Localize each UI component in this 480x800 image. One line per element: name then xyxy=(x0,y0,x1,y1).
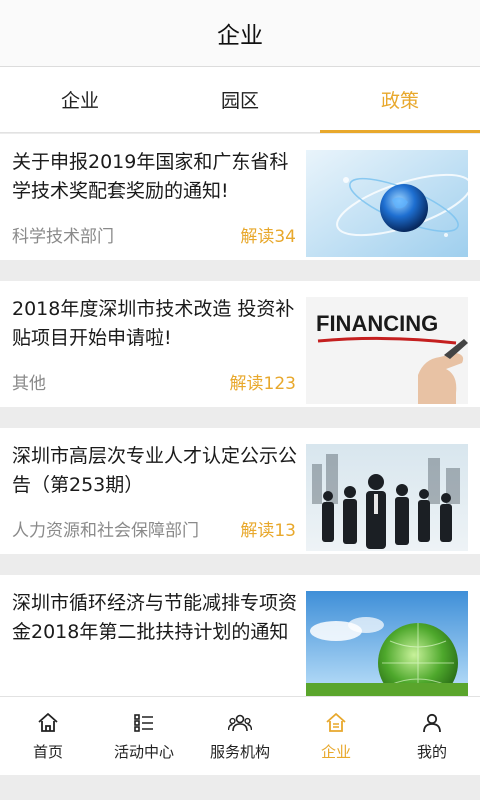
globe-image xyxy=(306,150,468,257)
article-department: 人力资源和社会保障部门 xyxy=(12,521,199,541)
financing-image: FINANCING xyxy=(306,297,468,404)
home-icon xyxy=(38,713,58,732)
article-text: 深圳市高层次专业人才认定公示公告（第253期） xyxy=(12,442,300,500)
article-title: 关于申报2019年国家和广东省科学技术奖配套奖励的通知! xyxy=(12,151,289,202)
nav-service-agencies[interactable]: 服务机构 xyxy=(192,697,288,775)
green-globe-image xyxy=(306,591,468,696)
app-header: 企业 xyxy=(0,0,480,67)
article-title: 深圳市高层次专业人才认定公示公告（第253期） xyxy=(12,445,298,496)
nav-enterprise[interactable]: 企业 xyxy=(288,697,384,775)
financing-text: FINANCING xyxy=(316,311,438,336)
list-icon xyxy=(134,714,153,732)
article-meta: 科学技术部门 解读34 xyxy=(12,222,296,247)
article-text: 2018年度深圳市技术改造 投资补贴项目开始申请啦! xyxy=(12,295,300,353)
article-meta: 人力资源和社会保障部门 解读13 xyxy=(12,516,296,541)
article-department: 其他 xyxy=(12,374,46,394)
article-reads: 解读13 xyxy=(240,521,296,541)
article-reads: 解读34 xyxy=(240,227,296,247)
business-people-image xyxy=(306,444,468,551)
article-title: 深圳市循环经济与节能减排专项资金2018年第二批扶持计划的通知 xyxy=(12,592,298,643)
tab-policy[interactable]: 政策 xyxy=(320,67,480,133)
article-text: 关于申报2019年国家和广东省科学技术奖配套奖励的通知! xyxy=(12,148,300,206)
article-card[interactable]: 2018年度深圳市技术改造 投资补贴项目开始申请啦! 其他 解读123 FINA… xyxy=(0,281,480,407)
tab-bar: 企业 园区 政策 xyxy=(0,67,480,133)
tab-park[interactable]: 园区 xyxy=(160,67,320,132)
user-icon xyxy=(423,713,441,733)
article-text: 深圳市循环经济与节能减排专项资金2018年第二批扶持计划的通知 xyxy=(12,589,300,647)
article-card[interactable]: 关于申报2019年国家和广东省科学技术奖配套奖励的通知! 科学技术部门 解读34 xyxy=(0,134,480,260)
nav-mine[interactable]: 我的 xyxy=(384,697,480,775)
nav-label: 企业 xyxy=(320,743,351,761)
article-reads: 解读123 xyxy=(229,374,296,394)
nav-label: 服务机构 xyxy=(209,743,270,761)
system-bottom-strip xyxy=(0,775,480,800)
article-card[interactable]: 深圳市高层次专业人才认定公示公告（第253期） 人力资源和社会保障部门 解读13 xyxy=(0,428,480,554)
nav-label: 首页 xyxy=(32,743,63,761)
nav-home[interactable]: 首页 xyxy=(0,697,96,775)
bottom-navigation: 首页 活动中心 服务机构 企业 我的 xyxy=(0,696,480,775)
tab-enterprise[interactable]: 企业 xyxy=(0,67,160,132)
nav-label: 活动中心 xyxy=(113,743,174,761)
article-list: 关于申报2019年国家和广东省科学技术奖配套奖励的通知! 科学技术部门 解读34 xyxy=(0,134,480,696)
article-title: 2018年度深圳市技术改造 投资补贴项目开始申请啦! xyxy=(12,298,295,349)
article-department: 科学技术部门 xyxy=(12,227,114,247)
article-card[interactable]: 深圳市循环经济与节能减排专项资金2018年第二批扶持计划的通知 xyxy=(0,575,480,696)
nav-label: 我的 xyxy=(416,743,447,761)
page-title: 企业 xyxy=(217,23,263,49)
building-home-icon xyxy=(326,713,346,732)
nav-activity-center[interactable]: 活动中心 xyxy=(96,697,192,775)
article-meta: 其他 解读123 xyxy=(12,369,296,394)
people-icon xyxy=(228,714,252,732)
